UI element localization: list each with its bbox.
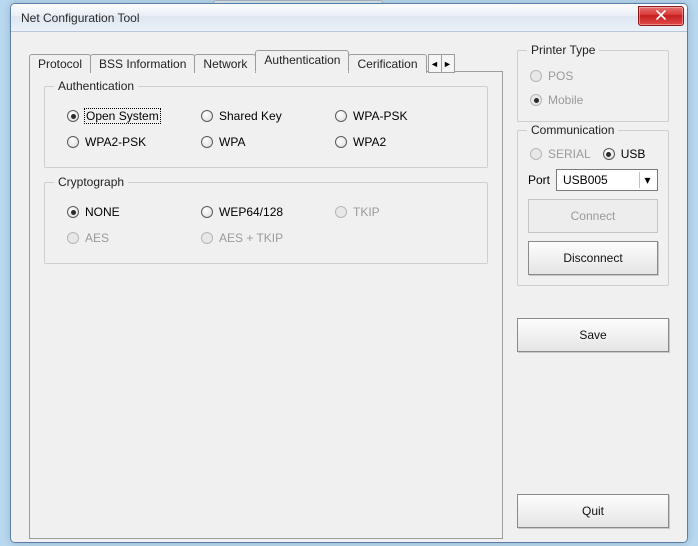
radio-dot-icon: [603, 148, 615, 160]
port-row: Port USB005 ▾: [528, 169, 658, 191]
radio-label: POS: [548, 69, 573, 83]
connect-button: Connect: [528, 199, 658, 233]
tab-scroll-left-button[interactable]: ◄: [428, 54, 442, 73]
tab-network[interactable]: Network: [194, 54, 256, 73]
disconnect-button[interactable]: Disconnect: [528, 241, 658, 275]
group-title: Printer Type: [527, 43, 599, 57]
cryptograph-group: Cryptograph NONE WEP64/128: [44, 182, 488, 264]
radio-label: Open System: [85, 109, 160, 123]
titlebar[interactable]: Net Configuration Tool: [11, 4, 687, 32]
tab-protocol[interactable]: Protocol: [29, 54, 91, 73]
button-label: Save: [579, 328, 606, 342]
tab-label: Network: [203, 57, 247, 71]
chevron-down-icon: ▾: [639, 172, 655, 188]
radio-dot-icon: [530, 94, 542, 106]
radio-shared-key[interactable]: Shared Key: [201, 109, 331, 123]
button-label: Quit: [582, 504, 604, 518]
radio-dot-icon: [201, 232, 213, 244]
radio-dot-icon: [201, 110, 213, 122]
tab-scroll-right-button[interactable]: ►: [441, 54, 455, 73]
close-icon: [656, 9, 666, 23]
radio-dot-icon: [67, 110, 79, 122]
tab-cerification[interactable]: Cerification: [348, 54, 426, 73]
radio-label: NONE: [85, 205, 120, 219]
port-label: Port: [528, 173, 550, 187]
group-title: Communication: [527, 123, 618, 137]
window-title: Net Configuration Tool: [21, 11, 140, 25]
radio-label: USB: [621, 147, 646, 161]
tab-label: Authentication: [264, 53, 340, 67]
radio-open-system[interactable]: Open System: [67, 109, 197, 123]
main-window: Net Configuration Tool Protocol BSS Info…: [10, 3, 688, 543]
tab-page-authentication: Authentication Open System Shared Key: [29, 71, 503, 539]
right-column-spacer: [517, 360, 669, 494]
communication-group: Communication SERIAL USB Port: [517, 130, 669, 286]
port-select[interactable]: USB005 ▾: [556, 169, 658, 191]
radio-dot-icon: [335, 136, 347, 148]
radio-dot-icon: [67, 232, 79, 244]
tab-label: Cerification: [357, 57, 417, 71]
radio-label: WPA2: [353, 135, 386, 149]
right-column: Printer Type POS Mobile Communication: [517, 50, 669, 528]
quit-button[interactable]: Quit: [517, 494, 669, 528]
radio-serial: SERIAL: [530, 147, 591, 161]
radio-pos: POS: [530, 69, 654, 83]
group-title: Authentication: [54, 79, 138, 93]
radio-none[interactable]: NONE: [67, 205, 197, 219]
tab-label: BSS Information: [99, 57, 186, 71]
radio-label: Mobile: [548, 93, 583, 107]
radio-label: AES + TKIP: [219, 231, 283, 245]
button-label: Connect: [571, 209, 616, 223]
radio-label: Shared Key: [219, 109, 282, 123]
tab-authentication[interactable]: Authentication: [255, 50, 349, 72]
radio-wep64-128[interactable]: WEP64/128: [201, 205, 331, 219]
radio-aes: AES: [67, 231, 197, 245]
radio-dot-icon: [201, 136, 213, 148]
radio-tkip: TKIP: [335, 205, 465, 219]
radio-wpa2[interactable]: WPA2: [335, 135, 465, 149]
radio-dot-icon: [335, 206, 347, 218]
radio-dot-icon: [335, 110, 347, 122]
printer-type-group: Printer Type POS Mobile: [517, 50, 669, 122]
radio-aes-tkip: AES + TKIP: [201, 231, 331, 245]
radio-label: TKIP: [353, 205, 380, 219]
radio-label: WEP64/128: [219, 205, 283, 219]
radio-dot-icon: [67, 136, 79, 148]
radio-usb[interactable]: USB: [603, 147, 646, 161]
client-area: Protocol BSS Information Network Authent…: [11, 32, 687, 542]
window-close-button[interactable]: [638, 6, 684, 26]
radio-wpa-psk[interactable]: WPA-PSK: [335, 109, 465, 123]
radio-wpa[interactable]: WPA: [201, 135, 331, 149]
tab-label: Protocol: [38, 57, 82, 71]
radio-label: AES: [85, 231, 109, 245]
radio-wpa2-psk[interactable]: WPA2-PSK: [67, 135, 197, 149]
radio-label: WPA-PSK: [353, 109, 407, 123]
port-select-value: USB005: [563, 173, 608, 187]
chevron-left-icon: ◄: [430, 59, 439, 69]
radio-mobile: Mobile: [530, 93, 654, 107]
chevron-right-icon: ►: [443, 59, 452, 69]
left-column: Protocol BSS Information Network Authent…: [29, 50, 503, 528]
tab-bss-information[interactable]: BSS Information: [90, 54, 195, 73]
authentication-group: Authentication Open System Shared Key: [44, 86, 488, 168]
group-title: Cryptograph: [54, 175, 128, 189]
save-button[interactable]: Save: [517, 318, 669, 352]
radio-label: WPA2-PSK: [85, 135, 146, 149]
tab-scroll-controls: ◄ ►: [428, 54, 454, 73]
radio-dot-icon: [530, 148, 542, 160]
radio-dot-icon: [530, 70, 542, 82]
tab-row: Protocol BSS Information Network Authent…: [29, 50, 503, 72]
radio-label: SERIAL: [548, 147, 591, 161]
radio-dot-icon: [67, 206, 79, 218]
radio-dot-icon: [201, 206, 213, 218]
button-label: Disconnect: [563, 251, 622, 265]
radio-label: WPA: [219, 135, 245, 149]
